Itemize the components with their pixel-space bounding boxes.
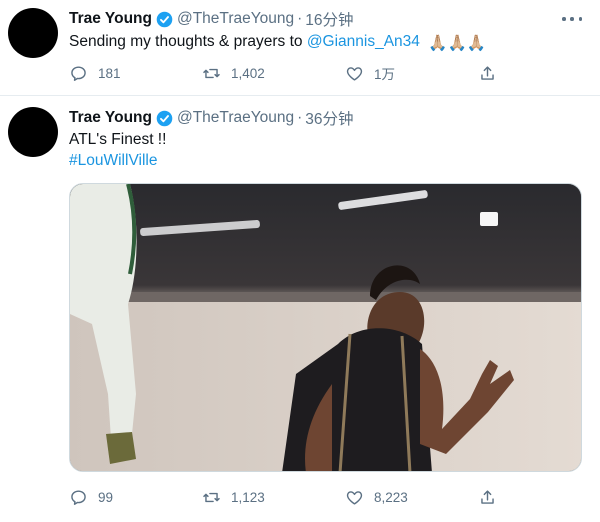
retweet-button[interactable]: 1,123: [202, 486, 265, 508]
retweet-count: 1,402: [231, 65, 265, 81]
separator: ·: [297, 10, 303, 27]
share-button[interactable]: [478, 62, 507, 84]
praying-hands-emoji: 🙏🏼🙏🏼🙏🏼: [428, 35, 487, 52]
tweet-actions: 99 1,123 8,223: [69, 486, 509, 508]
tweet-photo[interactable]: [69, 183, 582, 472]
like-count: 1万: [374, 67, 396, 82]
tweet-feed: Trae Young @TheTraeYoung · 16分钟 Sending …: [0, 0, 600, 522]
tweet-body: Sending my thoughts & prayers to: [69, 33, 303, 50]
retweet-icon: [203, 492, 220, 502]
timestamp[interactable]: 36分钟: [305, 107, 353, 129]
reply-button[interactable]: 99: [69, 486, 113, 508]
share-icon: [481, 489, 494, 504]
tweet-actions: 181 1,402 1万: [69, 62, 509, 84]
avatar[interactable]: [8, 8, 58, 58]
tweet-header: Trae Young @TheTraeYoung · 16分钟: [69, 8, 354, 30]
basketball-player-photo: [70, 184, 581, 471]
reply-count: 181: [98, 65, 121, 81]
author-handle[interactable]: @TheTraeYoung: [177, 109, 294, 127]
like-icon: [346, 490, 363, 505]
mention-link[interactable]: @Giannis_An34: [307, 33, 420, 50]
more-options-icon[interactable]: [562, 12, 582, 26]
reply-icon: [71, 65, 86, 81]
retweet-count: 1,123: [231, 489, 265, 505]
separator: ·: [297, 109, 303, 126]
like-icon: [346, 66, 363, 81]
timestamp[interactable]: 16分钟: [305, 8, 353, 30]
share-button[interactable]: [478, 486, 507, 508]
retweet-icon: [203, 68, 220, 78]
like-button[interactable]: 1万: [345, 62, 395, 84]
reply-button[interactable]: 181: [69, 62, 121, 84]
verified-badge-icon: [156, 110, 173, 126]
avatar[interactable]: [8, 107, 58, 157]
author-name[interactable]: Trae Young: [69, 109, 152, 127]
share-icon: [481, 65, 494, 80]
hashtag-link[interactable]: #LouWillVille: [69, 150, 157, 171]
retweet-button[interactable]: 1,402: [202, 62, 265, 84]
tweet-text: ATL's Finest !!: [69, 131, 167, 148]
like-count: 8,223: [374, 489, 408, 505]
author-handle[interactable]: @TheTraeYoung: [177, 10, 294, 28]
tweet-header: Trae Young @TheTraeYoung · 36分钟: [69, 107, 354, 129]
author-name[interactable]: Trae Young: [69, 10, 152, 28]
tweet[interactable]: Trae Young @TheTraeYoung · 16分钟 Sending …: [0, 0, 600, 96]
tweet[interactable]: Trae Young @TheTraeYoung · 36分钟 ATL's Fi…: [0, 96, 600, 522]
tweet-text: Sending my thoughts & prayers to @Gianni…: [69, 31, 486, 54]
reply-count: 99: [98, 489, 114, 505]
verified-badge-icon: [156, 11, 173, 27]
like-button[interactable]: 8,223: [345, 486, 408, 508]
reply-icon: [71, 489, 86, 505]
